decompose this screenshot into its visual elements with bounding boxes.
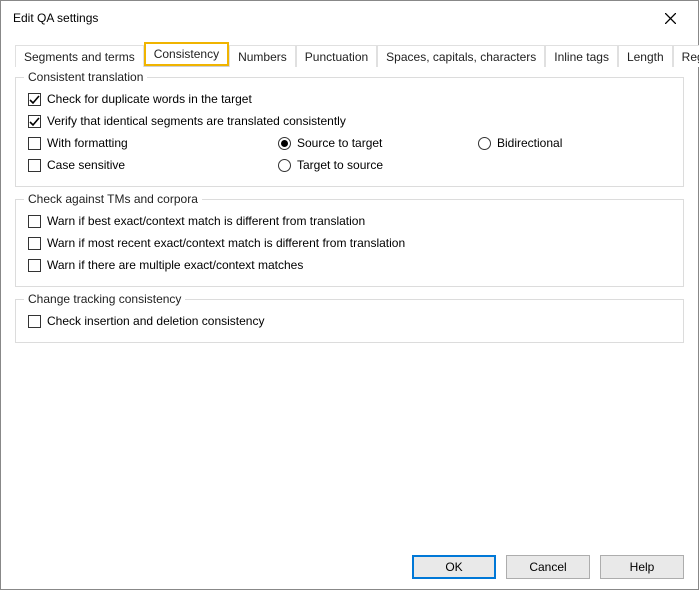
checkbox-warn-best-match[interactable] [28,215,41,228]
tab-regex[interactable]: Regex [673,45,699,67]
label-duplicate-words: Check for duplicate words in the target [47,92,252,106]
label-warn-recent-match: Warn if most recent exact/context match … [47,236,405,250]
radio-source-to-target[interactable] [278,137,291,150]
checkmark-icon [29,94,40,105]
tab-segments-and-terms[interactable]: Segments and terms [15,45,144,67]
close-button[interactable] [650,4,690,32]
label-verify-identical: Verify that identical segments are trans… [47,114,346,128]
radio-bidirectional[interactable] [478,137,491,150]
tab-consistency[interactable]: Consistency [144,42,229,66]
window-title: Edit QA settings [13,11,650,25]
dialog-content: Segments and terms Consistency Numbers P… [1,35,698,589]
group-title: Consistent translation [24,70,147,84]
group-change-tracking: Change tracking consistency Check insert… [15,299,684,343]
checkbox-insertion-deletion[interactable] [28,315,41,328]
checkbox-with-formatting[interactable] [28,137,41,150]
close-icon [665,13,676,24]
label-insertion-deletion: Check insertion and deletion consistency [47,314,264,328]
checkbox-verify-identical[interactable] [28,115,41,128]
checkbox-case-sensitive[interactable] [28,159,41,172]
label-target-to-source: Target to source [297,158,383,172]
label-warn-best-match: Warn if best exact/context match is diff… [47,214,365,228]
checkbox-duplicate-words[interactable] [28,93,41,106]
ok-button[interactable]: OK [412,555,496,579]
cancel-button[interactable]: Cancel [506,555,590,579]
titlebar: Edit QA settings [1,1,698,35]
label-case-sensitive: Case sensitive [47,158,125,172]
group-tms-corpora: Check against TMs and corpora Warn if be… [15,199,684,287]
radio-target-to-source[interactable] [278,159,291,172]
group-title: Change tracking consistency [24,292,185,306]
group-consistent-translation: Consistent translation Check for duplica… [15,77,684,187]
checkmark-icon [29,116,40,127]
label-source-to-target: Source to target [297,136,382,150]
checkbox-warn-multiple-matches[interactable] [28,259,41,272]
label-bidirectional: Bidirectional [497,136,562,150]
tab-bar: Segments and terms Consistency Numbers P… [15,43,684,67]
dialog-window: Edit QA settings Segments and terms Cons… [0,0,699,590]
tab-inline-tags[interactable]: Inline tags [545,45,618,67]
label-warn-multiple-matches: Warn if there are multiple exact/context… [47,258,303,272]
label-with-formatting: With formatting [47,136,128,150]
group-title: Check against TMs and corpora [24,192,202,206]
help-button[interactable]: Help [600,555,684,579]
tab-numbers[interactable]: Numbers [229,45,296,67]
tab-panel-consistency: Consistent translation Check for duplica… [15,67,684,549]
tab-spaces-capitals-characters[interactable]: Spaces, capitals, characters [377,45,545,67]
dialog-button-row: OK Cancel Help [15,549,684,579]
tab-punctuation[interactable]: Punctuation [296,45,377,67]
checkbox-warn-recent-match[interactable] [28,237,41,250]
tab-length[interactable]: Length [618,45,673,67]
